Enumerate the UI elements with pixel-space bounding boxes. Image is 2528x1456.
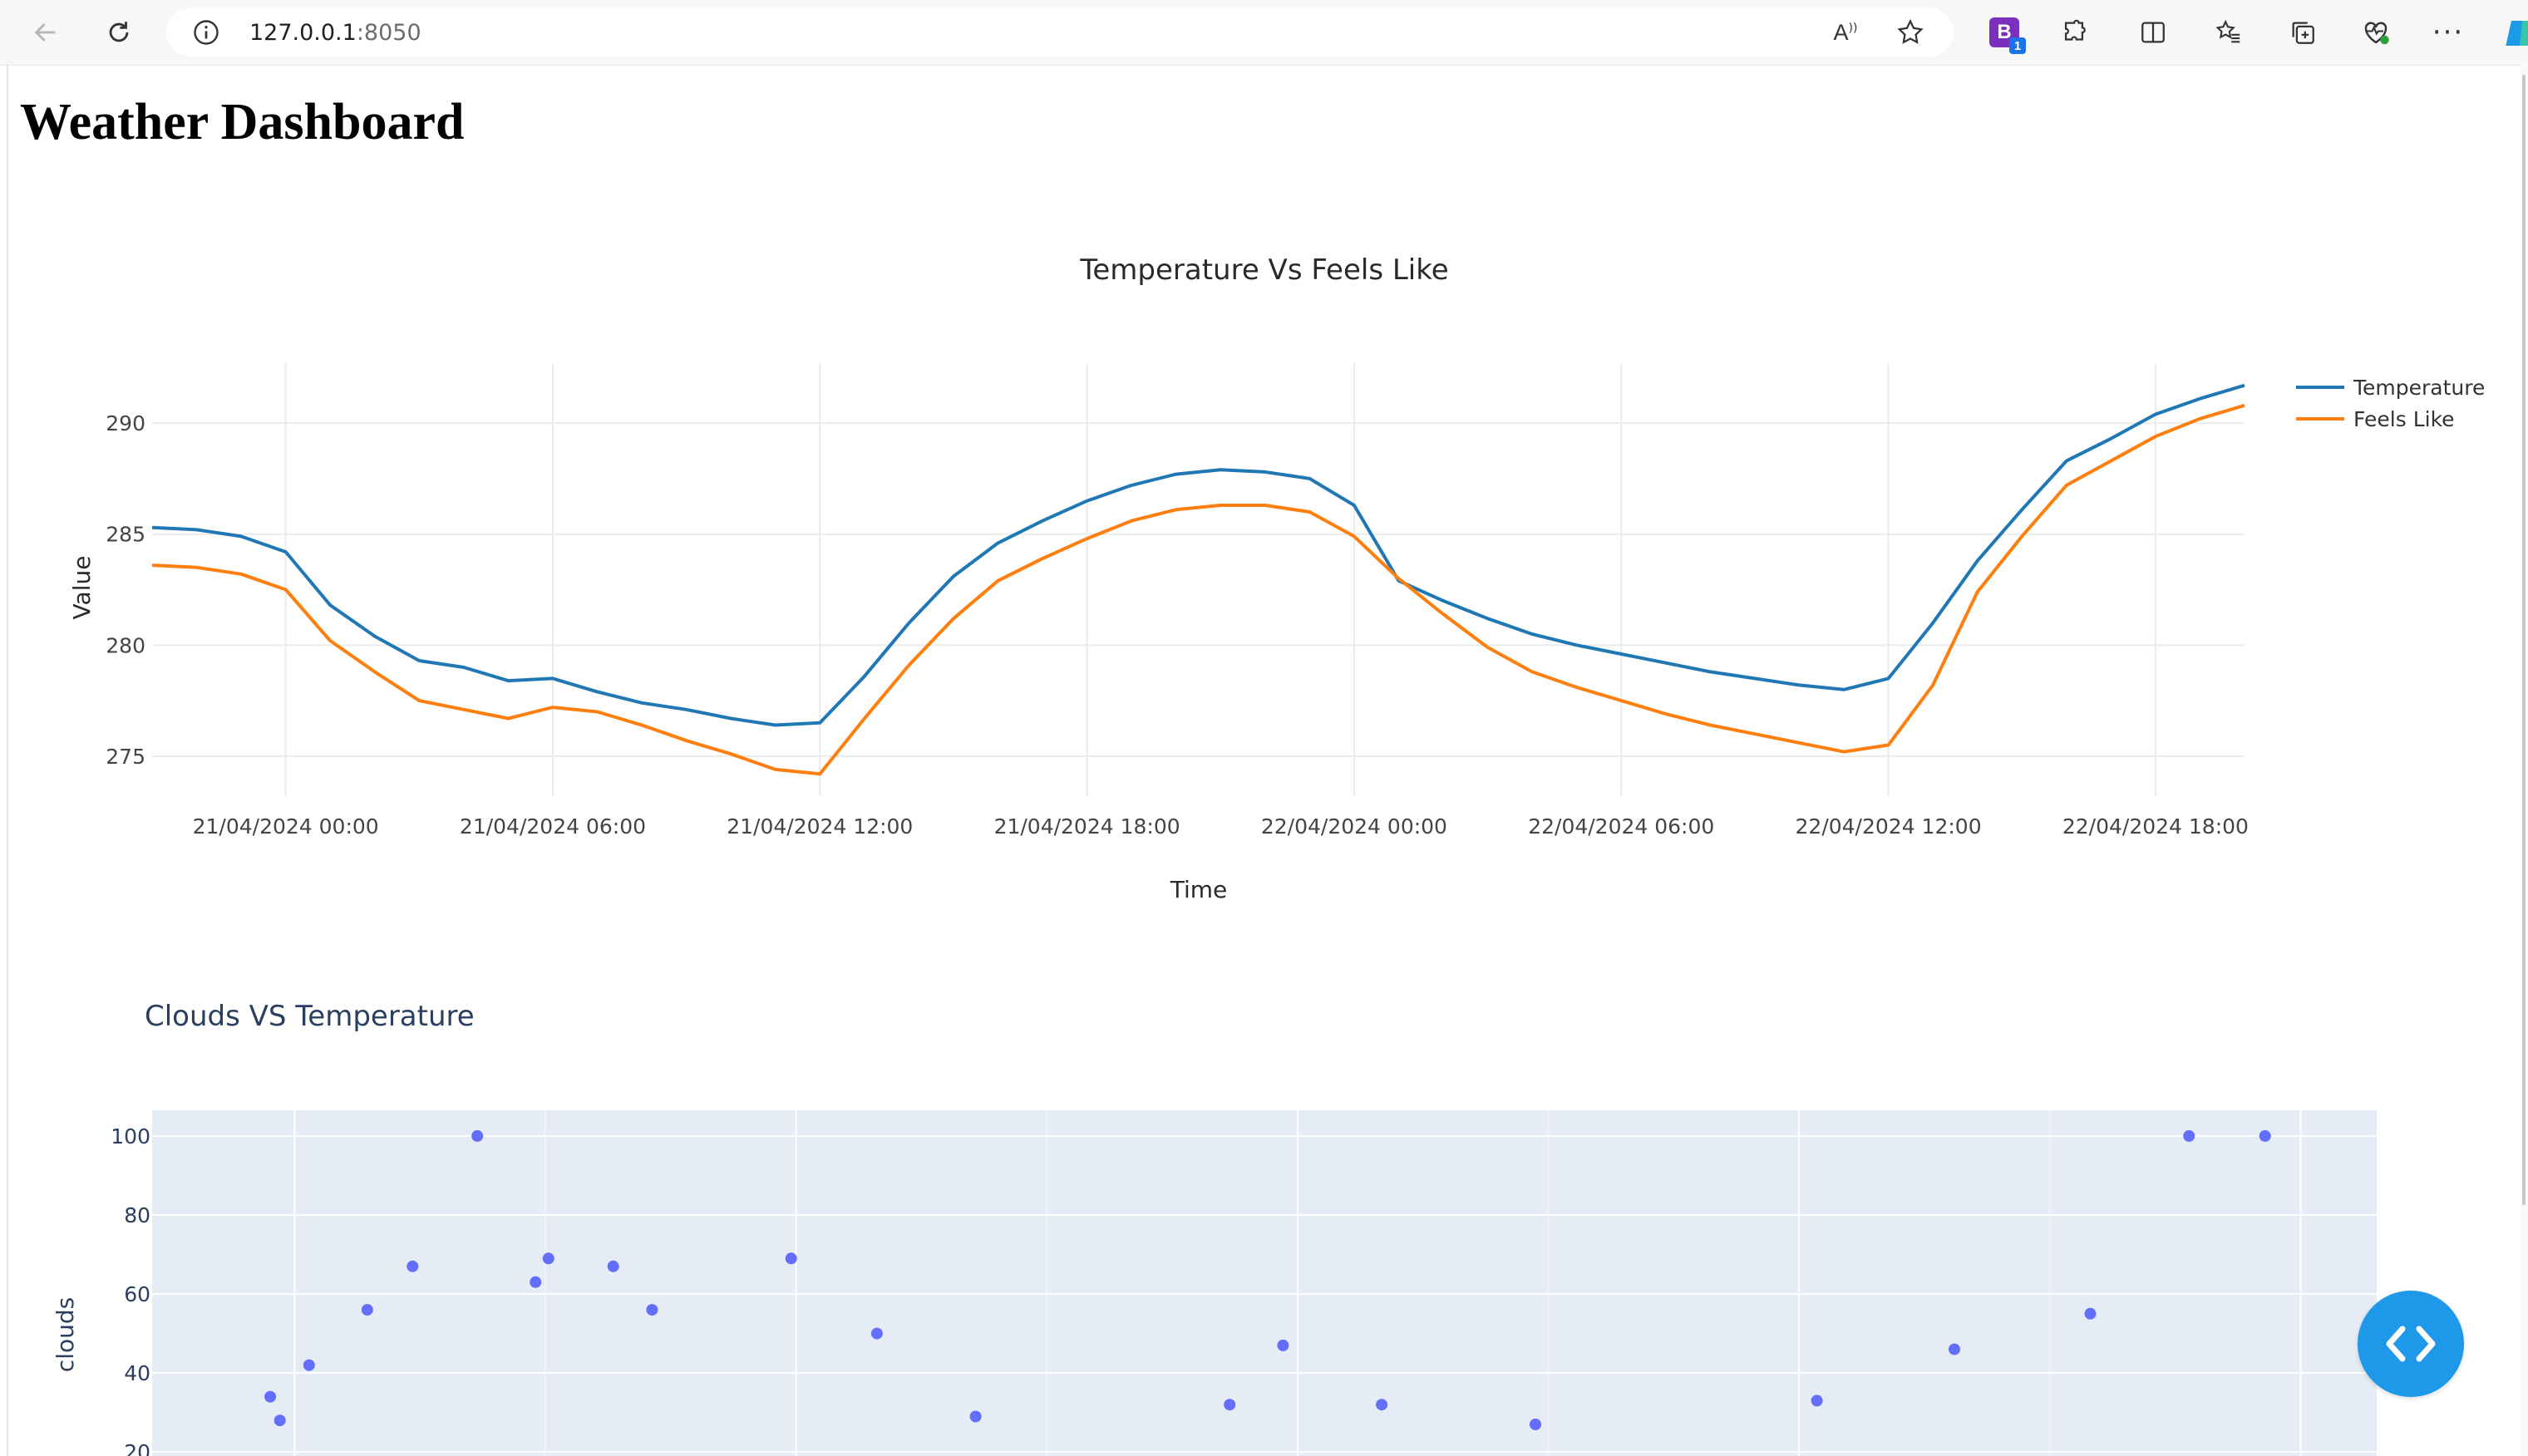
scatter-point[interactable]: [530, 1276, 542, 1288]
scatter-point[interactable]: [303, 1359, 315, 1371]
scatter-point[interactable]: [969, 1410, 982, 1423]
scatter-point[interactable]: [2259, 1129, 2271, 1142]
scatter-plot-area: [152, 1110, 2377, 1456]
scatter-point[interactable]: [471, 1129, 484, 1142]
code-brackets-icon: [2386, 1326, 2436, 1362]
scatter-point[interactable]: [2084, 1307, 2097, 1320]
scatter-y-tick-label: 20: [124, 1440, 150, 1456]
scatter-point[interactable]: [273, 1414, 286, 1427]
scatter-y-tick-label: 80: [124, 1203, 150, 1227]
scatter-y-tick-label: 100: [111, 1124, 150, 1149]
scatter-point[interactable]: [607, 1260, 619, 1272]
scatter-point[interactable]: [407, 1260, 419, 1272]
scatter-y-tick-label: 40: [124, 1361, 150, 1385]
clouds-scatter-chart: Clouds VS Temperature 20 40 60 80 100 clouds: [52, 1000, 2377, 1456]
scatter-point[interactable]: [870, 1327, 883, 1340]
scatter-point[interactable]: [1949, 1343, 1960, 1355]
scatter-point[interactable]: [264, 1390, 277, 1403]
scatter-point[interactable]: [1811, 1395, 1823, 1407]
scatter-point[interactable]: [1224, 1399, 1236, 1411]
scatter-point[interactable]: [542, 1252, 554, 1265]
scatter-point[interactable]: [1530, 1419, 1541, 1430]
scatter-point[interactable]: [646, 1304, 658, 1316]
dev-tools-toggle-button[interactable]: [2358, 1291, 2464, 1397]
scatter-y-tick-label: 60: [124, 1282, 150, 1306]
scatter-point[interactable]: [1376, 1399, 1388, 1411]
scatter-point[interactable]: [361, 1304, 373, 1316]
scatter-y-ticks: 20 40 60 80 100: [111, 1124, 150, 1456]
scatter-y-axis-label: clouds: [52, 1297, 79, 1372]
scatter-point[interactable]: [1277, 1339, 1289, 1351]
scatter-point[interactable]: [2183, 1129, 2195, 1142]
scatter-point[interactable]: [785, 1252, 797, 1265]
scatter-chart-title: Clouds VS Temperature: [145, 1000, 475, 1033]
